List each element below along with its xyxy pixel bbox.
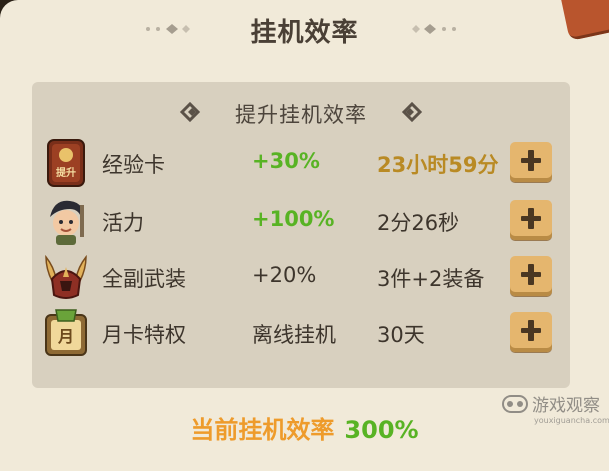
- watermark-logo-icon: [502, 395, 528, 413]
- watermark: 游戏观察 youxiguancha.com: [502, 391, 609, 433]
- add-full-armor-button[interactable]: [510, 256, 552, 296]
- boost-bonus: 离线挂机: [252, 323, 336, 347]
- boost-bonus: +20%: [252, 263, 317, 287]
- boost-duration: 23小时59分: [377, 153, 499, 177]
- full-armor-helmet-icon: [45, 254, 87, 299]
- idle-efficiency-panel: 挂机效率 提升挂机效率 提升 经验卡 +30% 23小时59分 活力 +100%…: [0, 0, 609, 471]
- title-ornament-right-icon: [412, 24, 456, 34]
- watermark-subtext: youxiguancha.com: [534, 416, 609, 425]
- boost-list-box: 提升挂机效率 提升 经验卡 +30% 23小时59分 活力 +100% 2分26…: [32, 82, 570, 388]
- exp-card-icon: 提升: [47, 139, 85, 187]
- boost-bonus: +30%: [252, 149, 320, 173]
- current-efficiency-value: 300%: [344, 416, 419, 444]
- panel-title: 挂机效率: [250, 18, 359, 48]
- boost-duration: 30天: [377, 323, 425, 347]
- boost-row-monthly-card: 月 月卡特权 离线挂机 30天: [32, 306, 570, 360]
- add-vitality-button[interactable]: [510, 200, 552, 240]
- boost-row-vitality: 活力 +100% 2分26秒: [32, 194, 570, 248]
- boost-name: 经验卡: [102, 153, 165, 177]
- boost-name: 月卡特权: [102, 323, 186, 347]
- add-exp-card-button[interactable]: [510, 142, 552, 182]
- boost-bonus: +100%: [252, 207, 335, 231]
- boost-duration: 2分26秒: [377, 211, 460, 235]
- subtitle-ornament-right-icon: [401, 101, 423, 123]
- boost-row-full-armor: 全副武装 +20% 3件+2装备: [32, 250, 570, 304]
- exp-card-icon-label: 提升: [56, 166, 76, 179]
- add-monthly-card-button[interactable]: [510, 312, 552, 352]
- current-efficiency-label: 当前挂机效率: [190, 416, 335, 444]
- boost-subtitle: 提升挂机效率: [235, 103, 367, 127]
- boost-name: 活力: [102, 211, 144, 235]
- monthly-card-icon-label: 月: [57, 327, 74, 346]
- watermark-text: 游戏观察: [532, 396, 600, 416]
- vitality-hero-icon: [50, 200, 84, 245]
- boost-row-exp-card: 提升 经验卡 +30% 23小时59分: [32, 136, 570, 190]
- boost-duration: 3件+2装备: [377, 267, 485, 291]
- boost-name: 全副武装: [102, 267, 186, 291]
- monthly-card-icon: 月: [45, 309, 87, 356]
